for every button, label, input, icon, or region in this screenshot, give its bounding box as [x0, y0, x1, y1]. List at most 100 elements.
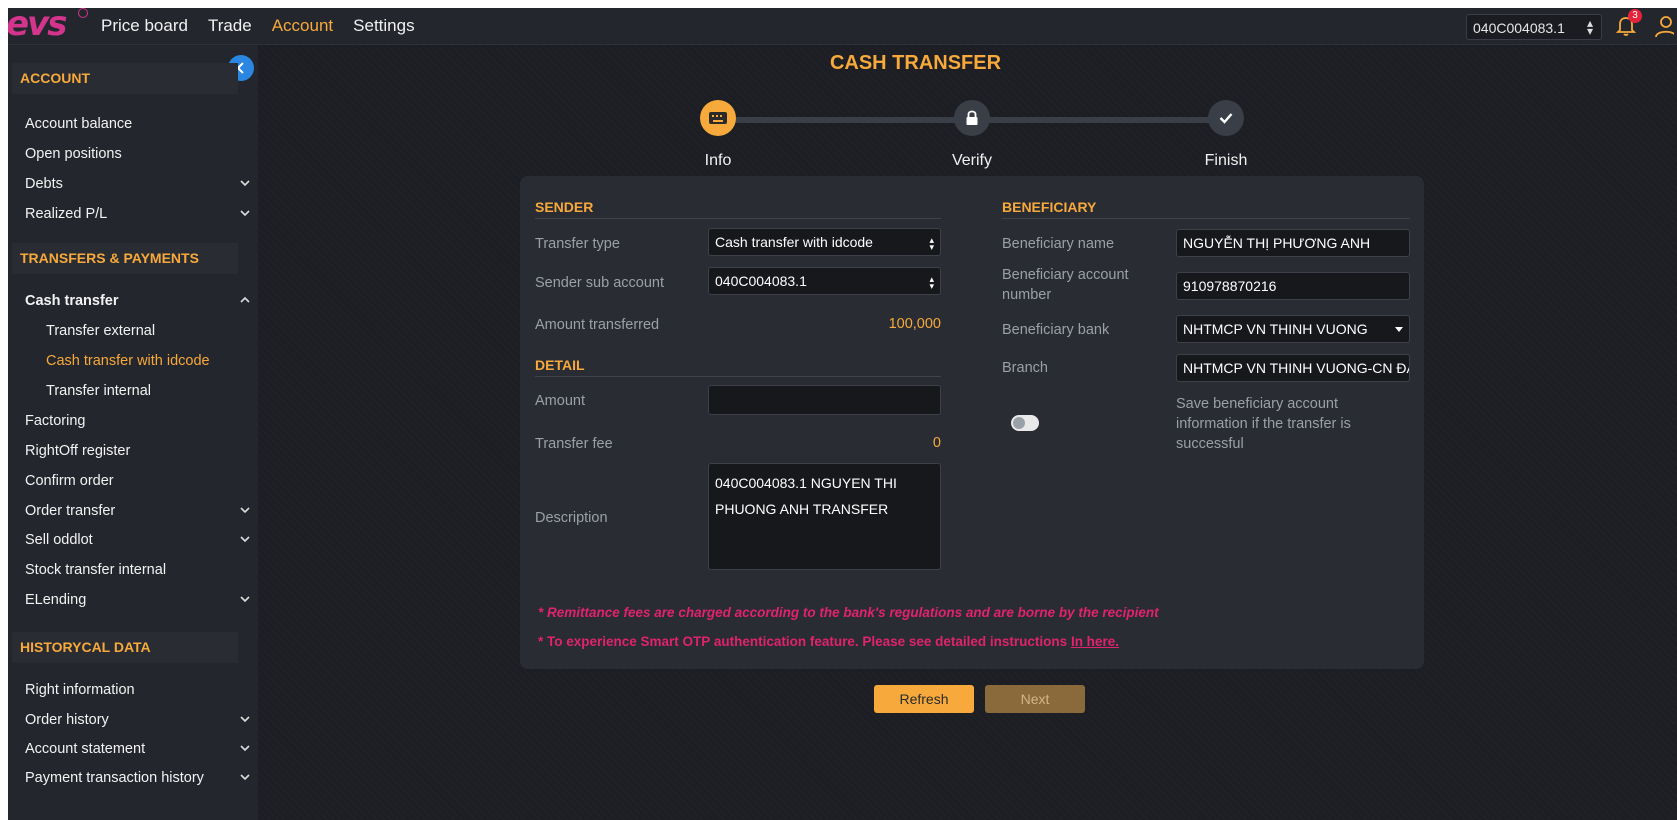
chevron-down-icon [240, 774, 250, 781]
sidebar-item-label: Sell oddlot [25, 532, 93, 548]
sidebar-item-label: Realized P/L [25, 206, 108, 222]
lock-icon [966, 110, 978, 125]
beneficiary-account-value: 910978870216 [1183, 278, 1277, 294]
account-select[interactable]: 040C004083.1 ▴ ▾ [1466, 14, 1602, 40]
sidebar-item-payment-transaction-history[interactable]: Payment transaction history [25, 770, 250, 786]
sidebar-item-label: Payment transaction history [25, 770, 204, 786]
step-info-label: Info [704, 152, 732, 169]
save-beneficiary-toggle[interactable] [1011, 415, 1039, 431]
nav-price-board[interactable]: Price board [101, 16, 188, 36]
chevron-down-icon [240, 210, 250, 217]
top-bar: evs Price board Trade Account Settings 0… [8, 8, 1677, 45]
branch-label: Branch [1002, 360, 1048, 376]
otp-instructions-link[interactable]: In here. [1071, 634, 1119, 649]
sidebar-item-order-transfer[interactable]: Order transfer [25, 503, 250, 519]
branch-select[interactable]: NHTMCP VN THINH VUONG-CN ĐÀ NẴNG [1176, 354, 1410, 382]
step-finish-label: Finish [1204, 152, 1248, 169]
beneficiary-bank-select[interactable]: NHTMCP VN THINH VUONG [1176, 315, 1410, 343]
step-finish-marker [1208, 100, 1244, 136]
nav-trade[interactable]: Trade [208, 16, 252, 36]
brand-logo[interactable]: evs [8, 8, 88, 44]
notification-badge: 3 [1628, 9, 1642, 23]
select-arrows-icon: ▴ ▾ [929, 235, 934, 252]
amount-transferred-label: Amount transferred [535, 317, 660, 333]
next-button[interactable]: Next [985, 685, 1085, 713]
sender-heading: SENDER [535, 199, 594, 215]
sidebar-item-order-history[interactable]: Order history [25, 712, 250, 728]
nav-account[interactable]: Account [272, 16, 333, 36]
user-icon [1655, 16, 1677, 38]
section-transfers-payments: TRANSFERS & PAYMENTS [12, 243, 238, 274]
keyboard-icon [709, 112, 727, 124]
beneficiary-bank-label: Beneficiary bank [1002, 322, 1110, 338]
step-verify-marker [954, 100, 990, 136]
description-text: 040C004083.1 NGUYEN THI PHUONG ANH TRANS… [715, 475, 897, 517]
sender-sub-account-value: 040C004083.1 [715, 273, 807, 289]
sender-sub-account-select[interactable]: 040C004083.1 ▴ ▾ [708, 267, 941, 295]
description-textarea[interactable]: 040C004083.1 NGUYEN THI PHUONG ANH TRANS… [708, 463, 941, 570]
page-title: CASH TRANSFER [8, 52, 1677, 75]
fee-note: * Remittance fees are charged according … [538, 605, 1159, 620]
beneficiary-account-input[interactable]: 910978870216 [1176, 272, 1410, 300]
sidebar-item-transfer-external[interactable]: Transfer external [46, 323, 250, 339]
chevron-down-icon [240, 716, 250, 723]
sidebar-item-sell-oddlot[interactable]: Sell oddlot [25, 532, 250, 548]
sidebar-item-factoring[interactable]: Factoring [25, 413, 250, 429]
sidebar-item-transfer-internal[interactable]: Transfer internal [46, 383, 250, 399]
sidebar-item-label: Debts [25, 176, 63, 192]
sidebar-item-account-statement[interactable]: Account statement [25, 741, 250, 757]
beneficiary-name-value: NGUYỄN THỊ PHƯƠNG ANH [1183, 235, 1371, 251]
beneficiary-account-label: Beneficiary account number [1002, 267, 1129, 303]
select-arrows-icon: ▴ ▾ [929, 274, 934, 291]
branch-value: NHTMCP VN THINH VUONG-CN ĐÀ NẴNG [1183, 360, 1409, 376]
sidebar-item-rightoff-register[interactable]: RightOff register [25, 443, 250, 459]
sidebar-item-stock-transfer-internal[interactable]: Stock transfer internal [25, 562, 250, 578]
app-window: evs Price board Trade Account Settings 0… [8, 8, 1677, 820]
main-nav: Price board Trade Account Settings [101, 8, 435, 44]
sidebar-item-right-information[interactable]: Right information [25, 682, 250, 698]
sidebar-item-label: ELending [25, 592, 87, 608]
nav-settings[interactable]: Settings [353, 16, 414, 36]
caret-down-icon [1395, 327, 1403, 332]
otp-note-text: * To experience Smart OTP authentication… [538, 634, 1068, 649]
sender-divider [535, 218, 941, 219]
description-label: Description [535, 510, 608, 526]
check-icon [1219, 113, 1233, 124]
detail-divider [535, 376, 941, 377]
step-verify-label: Verify [951, 152, 992, 169]
sidebar-item-label: Cash transfer [25, 293, 119, 309]
transfer-type-value: Cash transfer with idcode [715, 234, 873, 250]
beneficiary-heading: BENEFICIARY [1002, 199, 1097, 215]
sidebar-item-cash-transfer[interactable]: Cash transfer [25, 293, 250, 309]
refresh-button[interactable]: Refresh [874, 685, 974, 713]
step-info-marker [700, 100, 736, 136]
beneficiary-name-label: Beneficiary name [1002, 236, 1115, 252]
sidebar-item-cash-transfer-idcode[interactable]: Cash transfer with idcode [46, 353, 250, 369]
transfer-type-select[interactable]: Cash transfer with idcode ▴ ▾ [708, 228, 941, 256]
beneficiary-divider [1002, 218, 1410, 219]
account-select-value: 040C004083.1 [1473, 20, 1565, 36]
sidebar-item-elending[interactable]: ELending [25, 592, 250, 608]
chevron-down-icon [240, 745, 250, 752]
user-button[interactable] [1654, 15, 1677, 44]
transfer-fee-label: Transfer fee [535, 436, 613, 452]
sidebar-item-debts[interactable]: Debts [25, 176, 250, 192]
beneficiary-name-input[interactable]: NGUYỄN THỊ PHƯƠNG ANH [1176, 229, 1410, 257]
chevron-up-icon [240, 296, 250, 303]
notification-button[interactable]: 3 [1614, 9, 1642, 39]
sidebar-item-realized-pl[interactable]: Realized P/L [25, 206, 250, 222]
detail-heading: DETAIL [535, 357, 585, 373]
sidebar-item-account-balance[interactable]: Account balance [25, 116, 250, 132]
sidebar-item-open-positions[interactable]: Open positions [25, 146, 250, 162]
transfer-fee-value: 0 [932, 435, 941, 451]
page-title-text: CASH TRANSFER [829, 52, 1002, 74]
sidebar-item-label: Order transfer [25, 503, 116, 519]
otp-note: * To experience Smart OTP authentication… [538, 634, 1119, 649]
toggle-knob [1013, 417, 1025, 429]
sidebar-item-confirm-order[interactable]: Confirm order [25, 473, 250, 489]
sidebar-item-label: Account statement [25, 741, 146, 757]
amount-input[interactable] [708, 385, 941, 415]
sender-sub-account-label: Sender sub account [535, 275, 664, 291]
beneficiary-bank-value: NHTMCP VN THINH VUONG [1183, 321, 1368, 337]
amount-transferred-value: 100,000 [888, 316, 941, 332]
